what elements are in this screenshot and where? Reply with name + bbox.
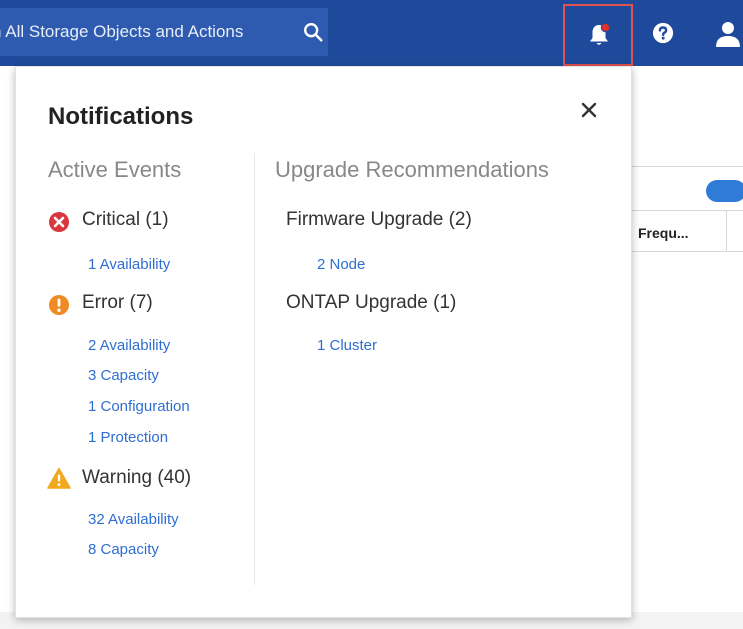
- critical-availability-link[interactable]: 1 Availability: [88, 256, 170, 273]
- frequency-column-header[interactable]: Frequ...: [638, 225, 689, 241]
- error-configuration-link[interactable]: 1 Configuration: [88, 398, 190, 415]
- ontap-cluster-link[interactable]: 1 Cluster: [317, 337, 377, 354]
- firmware-node-link[interactable]: 2 Node: [317, 256, 365, 273]
- error-availability-link[interactable]: 2 Availability: [88, 337, 170, 354]
- bell-icon[interactable]: [587, 22, 611, 48]
- help-icon[interactable]: [652, 22, 674, 44]
- background-divider: [632, 166, 743, 167]
- error-label: Error (7): [82, 292, 153, 313]
- close-icon[interactable]: [576, 97, 602, 123]
- background-column-divider: [726, 210, 727, 252]
- error-protection-link[interactable]: 1 Protection: [88, 429, 168, 446]
- panel-title: Notifications: [48, 103, 194, 130]
- notifications-panel: Notifications Active Events Critical (1)…: [15, 66, 632, 618]
- user-icon[interactable]: [713, 21, 743, 47]
- background-toggle[interactable]: [706, 180, 743, 202]
- column-divider: [254, 153, 255, 585]
- critical-icon: [49, 212, 69, 232]
- error-icon: [49, 295, 69, 315]
- upgrade-recommendations-heading: Upgrade Recommendations: [275, 157, 549, 182]
- error-capacity-link[interactable]: 3 Capacity: [88, 367, 159, 384]
- active-events-heading: Active Events: [48, 157, 182, 182]
- warning-icon: [47, 467, 71, 489]
- firmware-upgrade-label: Firmware Upgrade (2): [286, 209, 472, 230]
- search-icon[interactable]: [302, 21, 324, 43]
- critical-label: Critical (1): [82, 209, 169, 230]
- search-input[interactable]: h All Storage Objects and Actions: [0, 22, 243, 42]
- warning-capacity-link[interactable]: 8 Capacity: [88, 541, 159, 558]
- ontap-upgrade-label: ONTAP Upgrade (1): [286, 292, 457, 313]
- global-search[interactable]: h All Storage Objects and Actions: [0, 8, 328, 56]
- top-bar: h All Storage Objects and Actions: [0, 0, 743, 66]
- notifications-button[interactable]: [563, 4, 633, 66]
- warning-label: Warning (40): [82, 467, 192, 488]
- warning-availability-link[interactable]: 32 Availability: [88, 511, 179, 528]
